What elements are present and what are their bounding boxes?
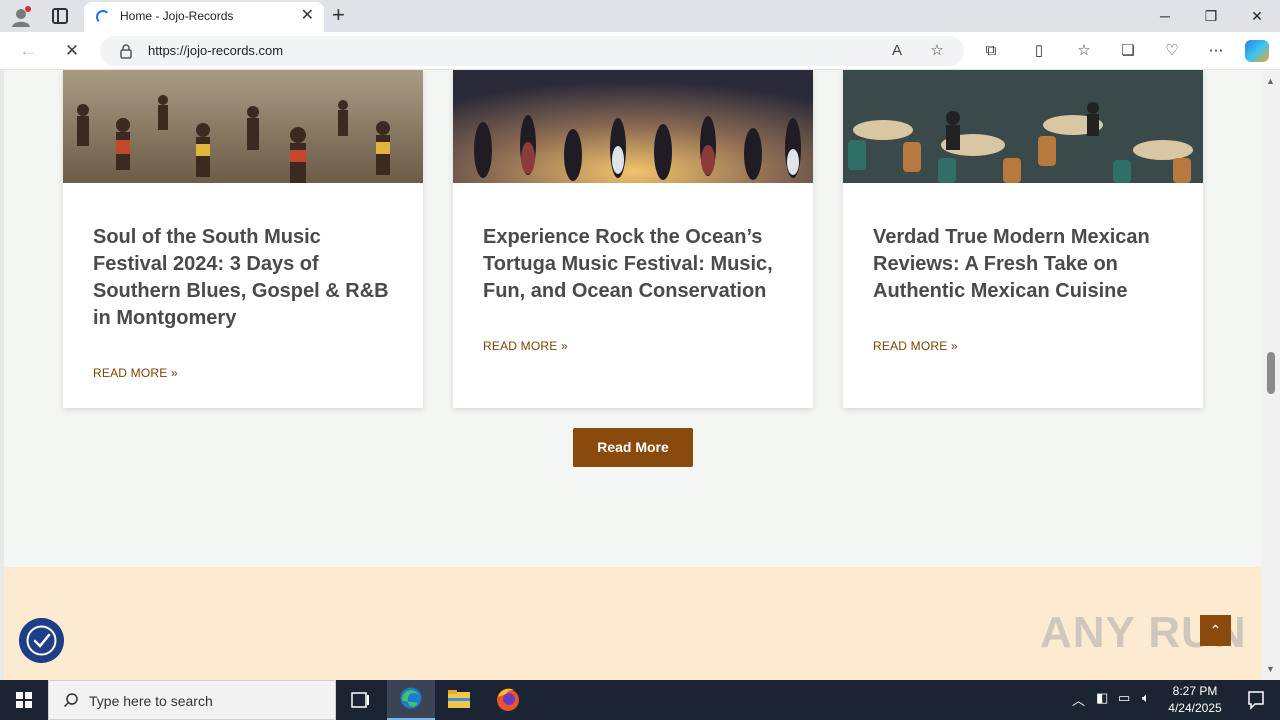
festival-crowd-image[interactable] <box>63 70 423 183</box>
meet-now-icon[interactable]: ◧ <box>1096 690 1108 706</box>
search-icon <box>63 693 78 708</box>
firefox-icon[interactable] <box>484 680 532 720</box>
back-arrow-icon[interactable]: ← <box>16 39 40 63</box>
new-tab-button[interactable]: + <box>332 3 345 27</box>
tab-actions-icon[interactable] <box>52 8 68 24</box>
close-window-button[interactable]: ✕ <box>1234 0 1280 32</box>
taskbar-search-box[interactable]: Type here to search <box>48 680 336 720</box>
tab-title: Home - Jojo-Records <box>120 9 234 23</box>
scroll-thumb[interactable] <box>1267 352 1275 394</box>
extensions-icon[interactable]: ⧉ <box>980 40 1002 62</box>
collections-icon[interactable]: ❏ <box>1117 40 1139 62</box>
restaurant-interior-image[interactable] <box>843 70 1203 183</box>
post-title[interactable]: Verdad True Modern Mexican Reviews: A Fr… <box>873 224 1173 305</box>
accessibility-icon[interactable] <box>19 618 64 663</box>
windows-start-icon[interactable] <box>0 680 48 720</box>
post-card: Soul of the South Music Festival 2024: 3… <box>63 70 423 408</box>
read-more-link[interactable]: READ MORE » <box>873 339 958 353</box>
read-more-button[interactable]: Read More <box>573 428 693 467</box>
url-text[interactable]: https://jojo-records.com <box>148 43 283 58</box>
copilot-icon[interactable] <box>1245 40 1269 62</box>
read-more-link[interactable]: READ MORE » <box>93 366 178 380</box>
address-bar[interactable]: https://jojo-records.com A ☆ <box>100 36 964 66</box>
file-explorer-icon[interactable] <box>435 680 483 720</box>
show-hidden-icons[interactable]: ︿ <box>1072 690 1085 709</box>
favorites-icon[interactable]: ☆ <box>1073 40 1095 62</box>
scroll-down-icon[interactable]: ▼ <box>1266 664 1275 674</box>
search-placeholder: Type here to search <box>89 693 213 709</box>
read-more-link[interactable]: READ MORE » <box>483 339 568 353</box>
edge-browser-icon[interactable] <box>387 680 435 720</box>
scroll-up-icon[interactable]: ▲ <box>1266 76 1275 86</box>
browser-essentials-icon[interactable]: ♡ <box>1161 40 1183 62</box>
volume-icon[interactable]: 🔈︎ <box>1142 690 1150 706</box>
back-to-top-button[interactable]: ⌃ <box>1200 615 1231 646</box>
browser-toolbar: ← ✕ https://jojo-records.com A ☆ ⧉ ▯ ☆ ❏… <box>0 32 1280 70</box>
lock-icon[interactable] <box>118 43 134 59</box>
favorite-star-icon[interactable]: ☆ <box>926 40 948 62</box>
split-screen-icon[interactable]: ▯ <box>1028 40 1050 62</box>
task-view-icon[interactable] <box>336 680 384 720</box>
browser-tab[interactable]: Home - Jojo-Records ✕ <box>84 2 324 32</box>
festival-lights-image[interactable] <box>453 70 813 183</box>
loading-spinner-icon <box>96 10 110 24</box>
restore-button[interactable]: ❐ <box>1188 0 1234 32</box>
post-title[interactable]: Soul of the South Music Festival 2024: 3… <box>93 224 393 332</box>
network-icon[interactable]: ▭ <box>1118 690 1130 706</box>
windows-taskbar: Type here to search ︿ ◧ ▭ 🔈︎ 8:27 PM 4/2… <box>0 680 1280 720</box>
post-card: Experience Rock the Ocean’s Tortuga Musi… <box>453 70 813 408</box>
close-tab-icon[interactable]: ✕ <box>301 7 314 25</box>
taskbar-clock[interactable]: 8:27 PM 4/24/2025 <box>1160 683 1230 717</box>
profile-icon[interactable] <box>10 6 32 28</box>
clock-date: 4/24/2025 <box>1168 701 1222 715</box>
stop-loading-icon[interactable]: ✕ <box>60 39 84 63</box>
post-card: Verdad True Modern Mexican Reviews: A Fr… <box>843 70 1203 408</box>
read-aloud-icon[interactable]: A <box>886 40 908 62</box>
page-viewport: Soul of the South Music Festival 2024: 3… <box>0 70 1262 680</box>
browser-titlebar: Home - Jojo-Records ✕ + ─ ❐ ✕ <box>0 0 1280 32</box>
clock-time: 8:27 PM <box>1172 684 1218 698</box>
page-scrollbar[interactable]: ▲ ▼ <box>1262 70 1280 680</box>
notifications-icon[interactable] <box>1232 680 1280 720</box>
minimize-button[interactable]: ─ <box>1142 0 1188 32</box>
post-title[interactable]: Experience Rock the Ocean’s Tortuga Musi… <box>483 224 783 305</box>
more-menu-icon[interactable]: ⋯ <box>1205 40 1227 62</box>
